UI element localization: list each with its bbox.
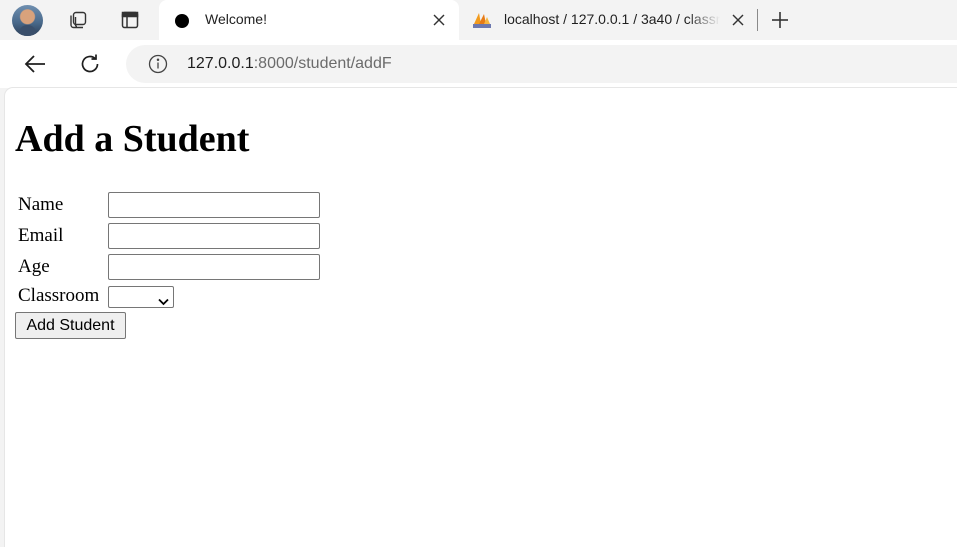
tab-close-icon[interactable] [729, 11, 747, 29]
page-title: Add a Student [15, 118, 250, 160]
address-bar[interactable]: 127.0.0.1:8000/student/addF [126, 45, 957, 83]
tab-title: localhost / 127.0.0.1 / 3a40 / classroom [504, 11, 720, 27]
site-info-icon[interactable] [148, 54, 168, 74]
name-label: Name [18, 194, 64, 215]
add-student-button[interactable]: Add Student [15, 312, 126, 339]
back-arrow-icon[interactable] [20, 50, 50, 78]
tab-phpmyadmin[interactable]: localhost / 127.0.0.1 / 3a40 / classroom [462, 0, 757, 40]
phpmyadmin-logo-icon [472, 11, 492, 29]
url-host: 127.0.0.1 [187, 55, 254, 72]
page-content: Add a Student Name Email Age Classroom A… [5, 88, 957, 547]
tab-actions-icon[interactable] [115, 6, 145, 34]
age-label: Age [18, 256, 50, 277]
reload-icon[interactable] [75, 50, 105, 78]
tab-favicon-dot-icon [175, 14, 189, 28]
classroom-label: Classroom [18, 285, 100, 306]
tab-strip: Welcome! localhost / 127.0.0.1 / 3a40 / … [0, 0, 957, 40]
email-input[interactable] [108, 223, 320, 249]
url-path: :8000/student/addF [253, 55, 392, 72]
classroom-select[interactable] [108, 286, 174, 308]
new-tab-plus-icon[interactable] [766, 6, 794, 34]
tab-welcome[interactable]: Welcome! [159, 0, 459, 40]
tab-separator [757, 9, 758, 31]
page-viewport: Add a Student Name Email Age Classroom A… [5, 88, 957, 547]
chevron-down-icon [158, 293, 169, 311]
url-text: 127.0.0.1:8000/student/addF [187, 55, 392, 73]
name-input[interactable] [108, 192, 320, 218]
workspaces-icon[interactable] [63, 6, 93, 34]
email-label: Email [18, 225, 64, 246]
browser-toolbar: 127.0.0.1:8000/student/addF [0, 40, 957, 88]
profile-avatar[interactable] [12, 5, 43, 36]
tab-title: Welcome! [205, 11, 267, 27]
tab-close-icon[interactable] [430, 11, 448, 29]
age-input[interactable] [108, 254, 320, 280]
